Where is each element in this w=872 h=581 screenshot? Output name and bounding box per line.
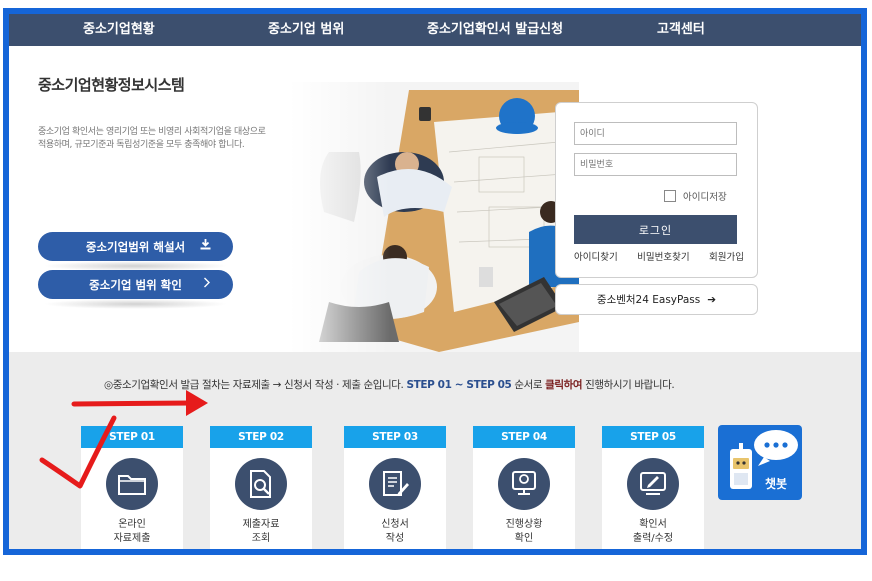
chatbot-label: 챗봇 [765, 477, 788, 491]
step-label-line1: 제출자료 [242, 519, 280, 530]
browser-frame-highlight: 중소기업현황 중소기업 범위 중소기업확인서 발급신청 고객센터 중소기업현황정… [3, 8, 867, 555]
notice-suffix: 진행하시기 바랍니다. [582, 379, 675, 391]
certificate-print-icon [627, 458, 679, 510]
step-05-card[interactable]: STEP 05 확인서출력/수정 [602, 426, 704, 549]
step-label: 신청서작성 [344, 518, 446, 546]
document-search-icon [235, 458, 287, 510]
step-02-card[interactable]: STEP 02 제출자료조회 [210, 426, 312, 549]
step-04-card[interactable]: STEP 04 진행상황확인 [473, 426, 575, 549]
step-tab: STEP 04 [473, 426, 575, 448]
password-input[interactable] [574, 153, 737, 176]
issuance-steps-section: ◎중소기업확인서 발급 절차는 자료제출 → 신청서 작성 · 제출 순입니다.… [9, 352, 861, 549]
step-label-line2: 출력/수정 [632, 533, 674, 544]
step-label-line1: 신청서 [381, 519, 409, 530]
step-label-line1: 확인서 [639, 519, 667, 530]
step-label: 온라인자료제출 [81, 518, 183, 546]
scope-guide-button[interactable]: 중소기업범위 해설서 [38, 232, 233, 261]
download-icon [200, 232, 211, 261]
hero-section: 중소기업현황정보시스템 중소기업 확인서는 영리기업 또는 비영리 사회적기업을… [9, 46, 861, 352]
remember-id-option[interactable]: 아이디저장 [664, 189, 727, 203]
login-button[interactable]: 로그인 [574, 215, 737, 244]
button-shadow [43, 299, 228, 309]
easypass-button[interactable]: 중소벤처24 EasyPass ➔ [555, 284, 758, 315]
find-password-link[interactable]: 비밀번호찾기 [637, 249, 689, 263]
page-title: 중소기업현황정보시스템 [38, 76, 185, 94]
top-navigation: 중소기업현황 중소기업 범위 중소기업확인서 발급신청 고객센터 [9, 14, 861, 46]
nav-sme-status[interactable]: 중소기업현황 [83, 14, 155, 46]
notice-click: 클릭하여 [545, 379, 583, 391]
step-tab: STEP 03 [344, 426, 446, 448]
hero-description: 중소기업 확인서는 영리기업 또는 비영리 사회적기업을 대상으로 적용하며, … [38, 127, 266, 150]
signup-link[interactable]: 회원가입 [709, 249, 744, 263]
folder-icon [106, 458, 158, 510]
procedure-notice: ◎중소기업확인서 발급 절차는 자료제출 → 신청서 작성 · 제출 순입니다.… [104, 377, 675, 392]
step-label-line2: 확인 [514, 533, 534, 544]
username-input[interactable] [574, 122, 737, 145]
chevron-right-icon [203, 270, 211, 299]
step-label: 확인서출력/수정 [602, 518, 704, 546]
nav-customer-center[interactable]: 고객센터 [657, 14, 705, 46]
login-panel: 아이디저장 로그인 아이디찾기 비밀번호찾기 회원가입 [555, 102, 758, 278]
notice-middle: 순서로 [511, 379, 546, 391]
easypass-label: 중소벤처24 EasyPass [596, 294, 701, 306]
notice-steps-range: STEP 01 ~ STEP 05 [406, 379, 512, 391]
step-label-line1: 진행상황 [505, 519, 543, 530]
step-label-line1: 온라인 [118, 519, 146, 530]
scope-check-label: 중소기업 범위 확인 [89, 277, 182, 292]
step-03-card[interactable]: STEP 03 신청서작성 [344, 426, 446, 549]
login-links: 아이디찾기 비밀번호찾기 회원가입 [574, 249, 744, 263]
nav-certificate-apply[interactable]: 중소기업확인서 발급신청 [427, 14, 563, 46]
scope-guide-label: 중소기업범위 해설서 [85, 239, 186, 254]
step-label-line2: 조회 [251, 533, 271, 544]
status-check-icon [498, 458, 550, 510]
chatbot-button[interactable]: 챗봇 [718, 425, 802, 500]
step-tab: STEP 01 [81, 426, 183, 448]
step-01-card[interactable]: STEP 01 온라인자료제출 [81, 426, 183, 549]
step-label: 제출자료조회 [210, 518, 312, 546]
team-meeting-illustration [289, 82, 579, 352]
remember-id-checkbox[interactable] [664, 190, 676, 202]
step-tab: STEP 02 [210, 426, 312, 448]
remember-id-label: 아이디저장 [683, 192, 727, 203]
scope-check-button[interactable]: 중소기업 범위 확인 [38, 270, 233, 299]
step-label-line2: 자료제출 [113, 533, 151, 544]
step-tab: STEP 05 [602, 426, 704, 448]
notice-prefix: ◎중소기업확인서 발급 절차는 자료제출 → 신청서 작성 · 제출 순입니다. [104, 379, 407, 391]
chatbot-robot-icon [730, 430, 798, 489]
find-id-link[interactable]: 아이디찾기 [574, 249, 618, 263]
form-write-icon [369, 458, 421, 510]
nav-sme-scope[interactable]: 중소기업 범위 [268, 14, 344, 46]
step-label: 진행상황확인 [473, 518, 575, 546]
arrow-right-icon: ➔ [707, 293, 717, 306]
step-label-line2: 작성 [385, 533, 405, 544]
